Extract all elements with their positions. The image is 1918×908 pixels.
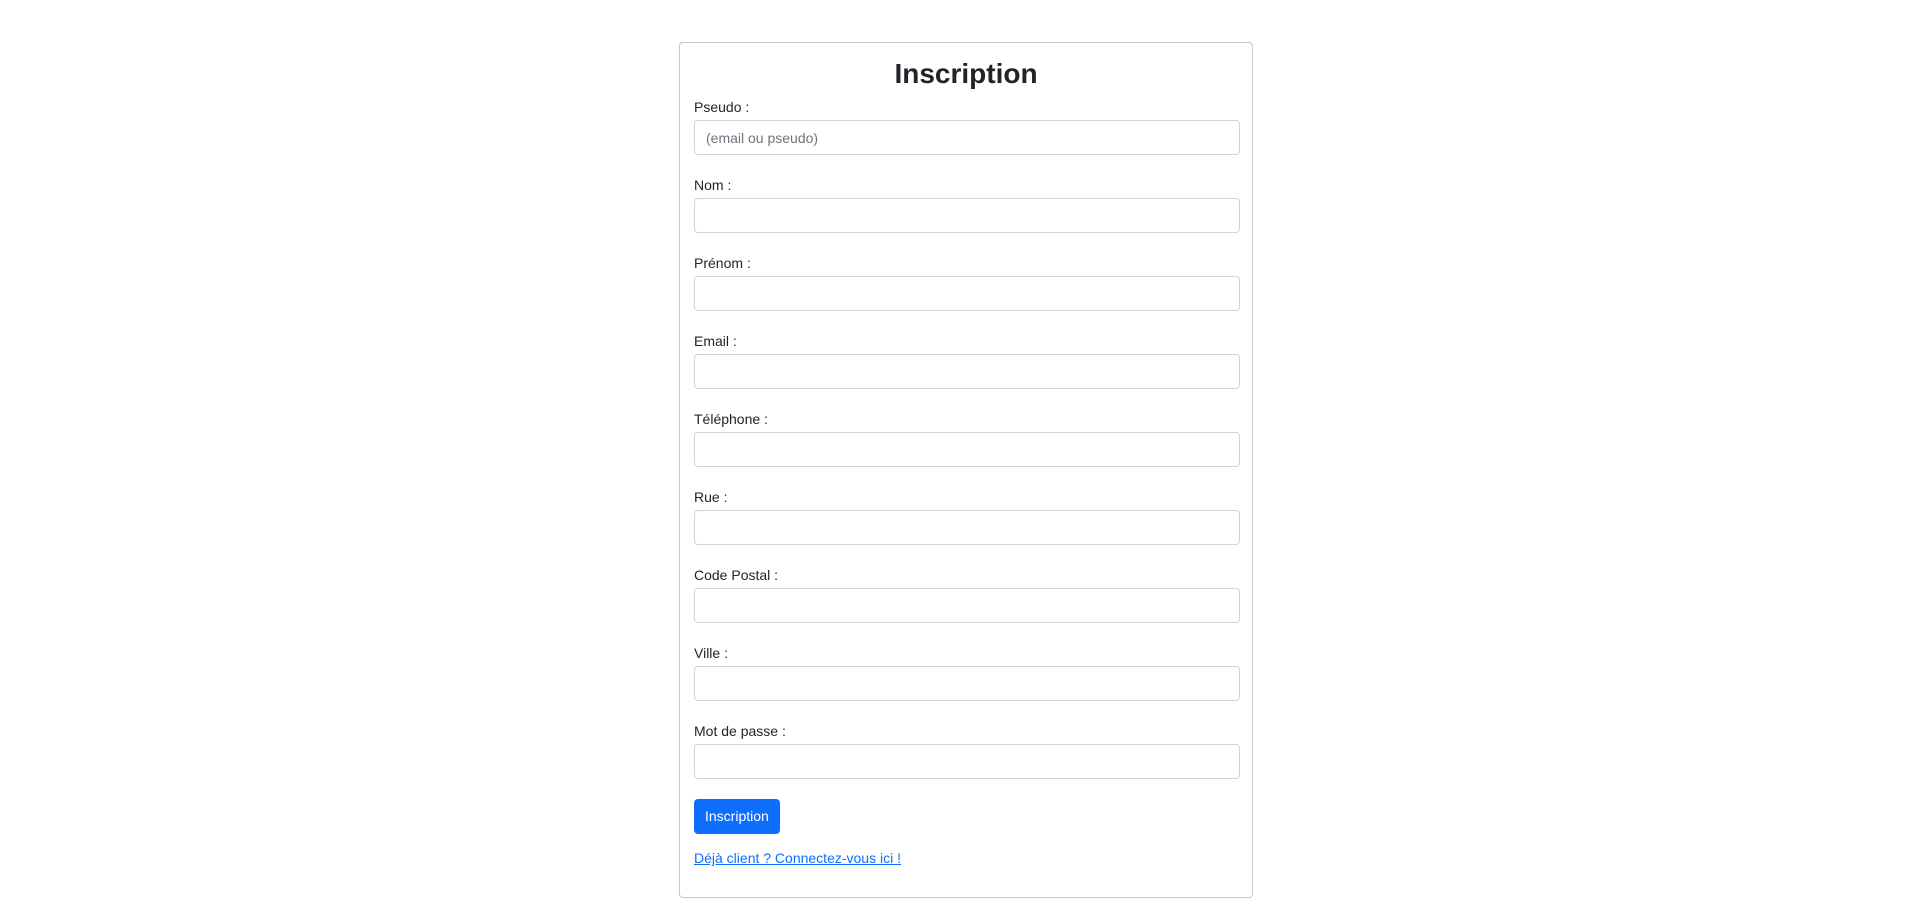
code-postal-input[interactable] [694,588,1240,623]
telephone-input[interactable] [694,432,1240,467]
code-postal-label: Code Postal : [694,567,779,583]
password-input[interactable] [694,744,1240,779]
telephone-label: Téléphone : [694,411,768,427]
email-field: Email : [694,332,1240,389]
ville-field: Ville : [694,644,1240,701]
email-label: Email : [694,333,737,349]
ville-input[interactable] [694,666,1240,701]
pseudo-field: Pseudo : [694,98,1240,155]
nom-field: Nom : [694,176,1240,233]
password-label: Mot de passe : [694,723,786,739]
nom-input[interactable] [694,198,1240,233]
password-field: Mot de passe : [694,722,1240,779]
prenom-field: Prénom : [694,254,1240,311]
page-title: Inscription [894,58,1038,89]
prenom-input[interactable] [694,276,1240,311]
code-postal-field: Code Postal : [694,566,1240,623]
telephone-field: Téléphone : [694,410,1240,467]
login-link[interactable]: Déjà client ? Connectez-vous ici ! [694,849,901,867]
pseudo-label: Pseudo : [694,99,750,115]
inscription-button[interactable]: Inscription [694,799,780,834]
rue-label: Rue : [694,489,728,505]
rue-field: Rue : [694,488,1240,545]
rue-input[interactable] [694,510,1240,545]
signup-card: Inscription Pseudo : Nom : Prénom : Emai… [679,42,1253,898]
ville-label: Ville : [694,645,728,661]
pseudo-input[interactable] [694,120,1240,155]
nom-label: Nom : [694,177,732,193]
email-input[interactable] [694,354,1240,389]
prenom-label: Prénom : [694,255,751,271]
